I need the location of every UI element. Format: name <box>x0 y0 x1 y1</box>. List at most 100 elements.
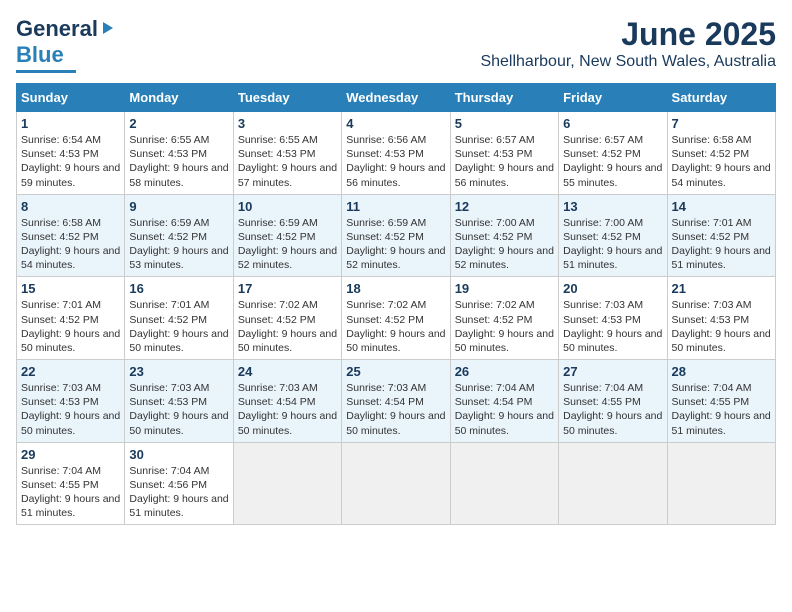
day-info: Sunrise: 7:00 AM Sunset: 4:52 PM Dayligh… <box>455 216 554 273</box>
day-cell <box>559 442 667 525</box>
day-cell: 10 Sunrise: 6:59 AM Sunset: 4:52 PM Dayl… <box>233 194 341 277</box>
day-number: 29 <box>21 447 120 462</box>
header-thursday: Thursday <box>450 84 558 112</box>
day-cell: 16 Sunrise: 7:01 AM Sunset: 4:52 PM Dayl… <box>125 277 233 360</box>
sunrise-label: Sunrise: 6:58 AM <box>21 217 101 229</box>
day-cell: 6 Sunrise: 6:57 AM Sunset: 4:52 PM Dayli… <box>559 112 667 195</box>
day-info: Sunrise: 7:03 AM Sunset: 4:53 PM Dayligh… <box>129 381 228 438</box>
day-info: Sunrise: 6:57 AM Sunset: 4:53 PM Dayligh… <box>455 133 554 190</box>
daylight-label: Daylight: 9 hours and 56 minutes. <box>455 162 554 188</box>
sunset-label: Sunset: 4:53 PM <box>129 148 207 160</box>
day-cell: 20 Sunrise: 7:03 AM Sunset: 4:53 PM Dayl… <box>559 277 667 360</box>
sunrise-label: Sunrise: 6:59 AM <box>238 217 318 229</box>
sunset-label: Sunset: 4:55 PM <box>672 396 750 408</box>
day-info: Sunrise: 7:03 AM Sunset: 4:53 PM Dayligh… <box>672 298 771 355</box>
header-sunday: Sunday <box>17 84 125 112</box>
sunrise-label: Sunrise: 7:01 AM <box>21 299 101 311</box>
location-title: Shellharbour, New South Wales, Australia <box>480 53 776 71</box>
day-info: Sunrise: 6:58 AM Sunset: 4:52 PM Dayligh… <box>672 133 771 190</box>
daylight-label: Daylight: 9 hours and 59 minutes. <box>21 162 120 188</box>
day-cell: 5 Sunrise: 6:57 AM Sunset: 4:53 PM Dayli… <box>450 112 558 195</box>
day-info: Sunrise: 6:55 AM Sunset: 4:53 PM Dayligh… <box>129 133 228 190</box>
day-number: 3 <box>238 116 337 131</box>
day-number: 6 <box>563 116 662 131</box>
day-cell: 2 Sunrise: 6:55 AM Sunset: 4:53 PM Dayli… <box>125 112 233 195</box>
day-number: 7 <box>672 116 771 131</box>
day-number: 15 <box>21 281 120 296</box>
daylight-label: Daylight: 9 hours and 51 minutes. <box>672 410 771 436</box>
day-info: Sunrise: 6:56 AM Sunset: 4:53 PM Dayligh… <box>346 133 445 190</box>
daylight-label: Daylight: 9 hours and 51 minutes. <box>672 245 771 271</box>
sunrise-label: Sunrise: 7:01 AM <box>129 299 209 311</box>
day-number: 28 <box>672 364 771 379</box>
daylight-label: Daylight: 9 hours and 58 minutes. <box>129 162 228 188</box>
day-number: 13 <box>563 199 662 214</box>
day-info: Sunrise: 6:55 AM Sunset: 4:53 PM Dayligh… <box>238 133 337 190</box>
daylight-label: Daylight: 9 hours and 50 minutes. <box>21 410 120 436</box>
daylight-label: Daylight: 9 hours and 55 minutes. <box>563 162 662 188</box>
day-cell <box>450 442 558 525</box>
sunset-label: Sunset: 4:54 PM <box>346 396 424 408</box>
sunset-label: Sunset: 4:52 PM <box>346 231 424 243</box>
sunset-label: Sunset: 4:52 PM <box>129 231 207 243</box>
day-info: Sunrise: 7:00 AM Sunset: 4:52 PM Dayligh… <box>563 216 662 273</box>
sunset-label: Sunset: 4:52 PM <box>238 231 316 243</box>
header-saturday: Saturday <box>667 84 775 112</box>
sunrise-label: Sunrise: 6:56 AM <box>346 134 426 146</box>
daylight-label: Daylight: 9 hours and 54 minutes. <box>21 245 120 271</box>
day-cell <box>233 442 341 525</box>
sunrise-label: Sunrise: 6:58 AM <box>672 134 752 146</box>
sunset-label: Sunset: 4:53 PM <box>563 314 641 326</box>
day-cell: 15 Sunrise: 7:01 AM Sunset: 4:52 PM Dayl… <box>17 277 125 360</box>
day-cell: 8 Sunrise: 6:58 AM Sunset: 4:52 PM Dayli… <box>17 194 125 277</box>
day-info: Sunrise: 6:54 AM Sunset: 4:53 PM Dayligh… <box>21 133 120 190</box>
daylight-label: Daylight: 9 hours and 52 minutes. <box>455 245 554 271</box>
sunrise-label: Sunrise: 7:04 AM <box>129 465 209 477</box>
day-cell <box>342 442 450 525</box>
day-number: 21 <box>672 281 771 296</box>
daylight-label: Daylight: 9 hours and 51 minutes. <box>21 493 120 519</box>
day-cell: 1 Sunrise: 6:54 AM Sunset: 4:53 PM Dayli… <box>17 112 125 195</box>
day-number: 11 <box>346 199 445 214</box>
header-monday: Monday <box>125 84 233 112</box>
day-cell: 17 Sunrise: 7:02 AM Sunset: 4:52 PM Dayl… <box>233 277 341 360</box>
daylight-label: Daylight: 9 hours and 50 minutes. <box>672 328 771 354</box>
sunset-label: Sunset: 4:52 PM <box>21 231 99 243</box>
sunset-label: Sunset: 4:53 PM <box>455 148 533 160</box>
logo: General Blue <box>16 16 117 73</box>
day-number: 24 <box>238 364 337 379</box>
day-info: Sunrise: 7:02 AM Sunset: 4:52 PM Dayligh… <box>238 298 337 355</box>
day-number: 10 <box>238 199 337 214</box>
day-info: Sunrise: 7:04 AM Sunset: 4:55 PM Dayligh… <box>21 464 120 521</box>
sunset-label: Sunset: 4:52 PM <box>563 231 641 243</box>
day-number: 14 <box>672 199 771 214</box>
day-info: Sunrise: 6:59 AM Sunset: 4:52 PM Dayligh… <box>238 216 337 273</box>
daylight-label: Daylight: 9 hours and 50 minutes. <box>129 410 228 436</box>
sunset-label: Sunset: 4:52 PM <box>346 314 424 326</box>
header-tuesday: Tuesday <box>233 84 341 112</box>
sunset-label: Sunset: 4:54 PM <box>455 396 533 408</box>
day-number: 17 <box>238 281 337 296</box>
header-friday: Friday <box>559 84 667 112</box>
sunrise-label: Sunrise: 7:00 AM <box>563 217 643 229</box>
daylight-label: Daylight: 9 hours and 50 minutes. <box>455 410 554 436</box>
page-header: General Blue June 2025 Shellharbour, New… <box>16 16 776 73</box>
sunrise-label: Sunrise: 7:03 AM <box>238 382 318 394</box>
logo-general-text: General <box>16 16 98 42</box>
daylight-label: Daylight: 9 hours and 51 minutes. <box>129 493 228 519</box>
sunset-label: Sunset: 4:52 PM <box>455 231 533 243</box>
day-number: 5 <box>455 116 554 131</box>
logo-blue-text: Blue <box>16 42 64 67</box>
day-cell: 9 Sunrise: 6:59 AM Sunset: 4:52 PM Dayli… <box>125 194 233 277</box>
week-row: 1 Sunrise: 6:54 AM Sunset: 4:53 PM Dayli… <box>17 112 776 195</box>
day-number: 19 <box>455 281 554 296</box>
calendar-table: SundayMondayTuesdayWednesdayThursdayFrid… <box>16 83 776 525</box>
day-info: Sunrise: 7:03 AM Sunset: 4:54 PM Dayligh… <box>238 381 337 438</box>
day-info: Sunrise: 7:02 AM Sunset: 4:52 PM Dayligh… <box>346 298 445 355</box>
day-info: Sunrise: 7:04 AM Sunset: 4:56 PM Dayligh… <box>129 464 228 521</box>
sunrise-label: Sunrise: 7:03 AM <box>21 382 101 394</box>
title-area: June 2025 Shellharbour, New South Wales,… <box>480 16 776 71</box>
sunrise-label: Sunrise: 7:02 AM <box>346 299 426 311</box>
day-cell: 27 Sunrise: 7:04 AM Sunset: 4:55 PM Dayl… <box>559 360 667 443</box>
daylight-label: Daylight: 9 hours and 56 minutes. <box>346 162 445 188</box>
